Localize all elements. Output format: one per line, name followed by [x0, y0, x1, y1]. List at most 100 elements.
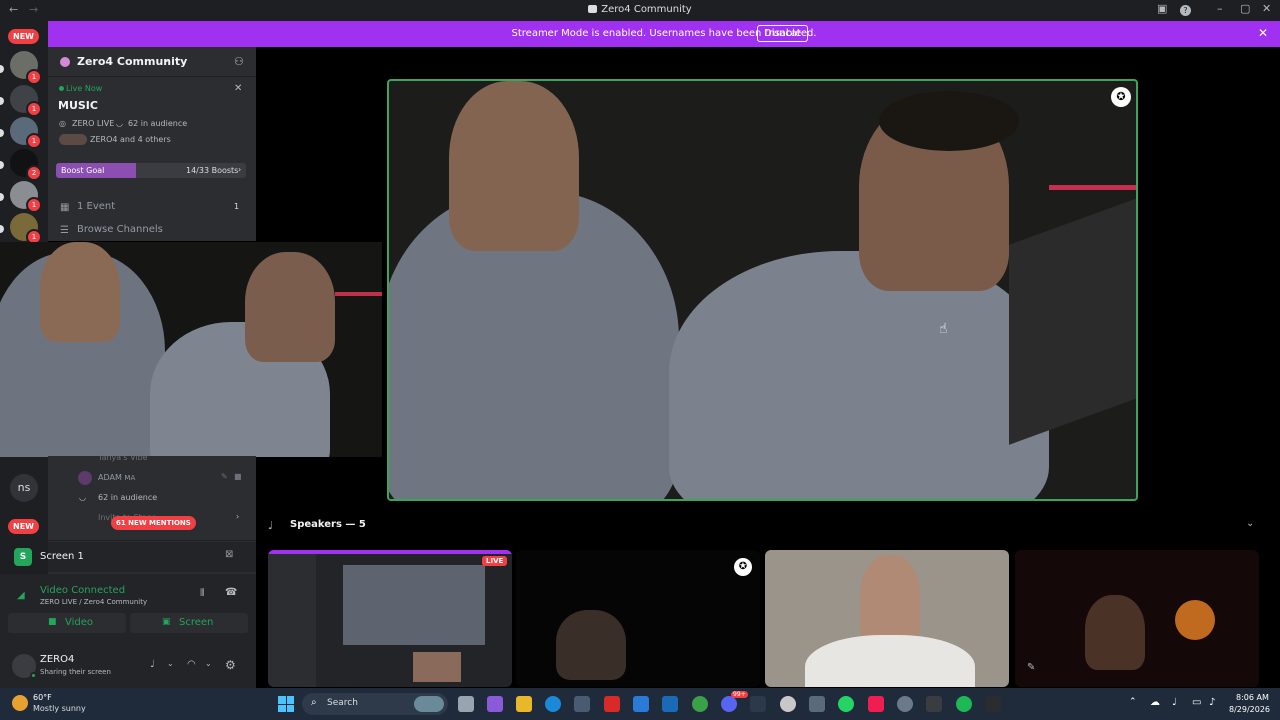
maximize-icon[interactable]: ▢	[1240, 2, 1250, 15]
mouse-cursor-icon: ☝	[939, 321, 948, 337]
file-explorer-icon[interactable]	[516, 696, 532, 712]
microphone-icon[interactable]: ♩	[150, 659, 155, 670]
calendar-icon: ▦	[60, 202, 70, 213]
gear-icon[interactable]: ⚙	[225, 658, 236, 672]
microphone-icon[interactable]: ♩	[1172, 697, 1177, 708]
noise-suppression-icon[interactable]: ⦀	[200, 588, 204, 599]
weather-temp[interactable]: 60°F	[33, 693, 52, 702]
app-icon[interactable]	[985, 696, 1001, 712]
streamer-mode-banner: Streamer Mode is enabled. Usernames have…	[48, 21, 1280, 47]
new-badge[interactable]: NEW	[8, 29, 39, 44]
voice-connection-panel: ◢ Video Connected ZERO LIVE / Zero4 Comm…	[0, 574, 256, 646]
banner-text: Streamer Mode is enabled. Usernames have…	[511, 28, 817, 39]
task-view-icon[interactable]	[458, 696, 474, 712]
invite-people-icon[interactable]: ⚇	[234, 55, 244, 68]
video-face	[40, 242, 120, 342]
events-row[interactable]: ▦ 1 Event 1	[48, 199, 256, 217]
channel-sidebar: Zero4 Community ⌄ ⚇ Live Now ✕ MUSIC ◎ Z…	[48, 47, 256, 241]
mic-muted-icon: ✎	[221, 472, 228, 481]
new-badge-bottom[interactable]: NEW	[8, 519, 39, 534]
weather-desc[interactable]: Mostly sunny	[33, 704, 86, 713]
connection-location[interactable]: ZERO LIVE / Zero4 Community	[40, 598, 147, 606]
capcut-icon[interactable]	[926, 696, 942, 712]
video-face	[449, 81, 579, 251]
steam-icon[interactable]	[750, 696, 766, 712]
whatsapp-icon[interactable]	[838, 696, 854, 712]
app-icon[interactable]	[633, 696, 649, 712]
light-strip	[335, 292, 382, 296]
obs-icon[interactable]	[897, 696, 913, 712]
user-panel: ZERO4 Sharing their screen ♩ ⌄ ◠ ⌄ ⚙	[0, 646, 256, 688]
windows-start-icon[interactable]	[278, 696, 294, 712]
server-boost-icon	[60, 57, 70, 67]
speaker-tile-screen[interactable]: LIVE	[268, 550, 512, 687]
audience-count-lower: 62 in audience	[98, 493, 158, 502]
tiktok-icon[interactable]	[868, 696, 884, 712]
host-name: ZERO LIVE	[72, 119, 115, 128]
user-name[interactable]: ZERO4	[40, 654, 74, 665]
user-status: Sharing their screen	[40, 668, 111, 676]
minimize-icon[interactable]: –	[1217, 2, 1223, 15]
discord-icon[interactable]	[721, 696, 737, 712]
disable-button[interactable]: Disable	[757, 25, 809, 42]
disconnect-icon[interactable]: ☎	[225, 587, 237, 598]
mention-badge: 1	[26, 133, 42, 149]
speaker-tile-dark[interactable]: ✪	[516, 550, 760, 687]
chevron-up-icon[interactable]: ⌃	[1129, 697, 1137, 707]
stage-settings-icon[interactable]: ✪	[1111, 87, 1131, 107]
video-button[interactable]: ■ Video	[8, 613, 126, 633]
live-event-card[interactable]: Live Now ✕ MUSIC ◎ ZERO LIVE ◡ 62 in aud…	[48, 79, 256, 151]
discord-badge: 99+	[731, 691, 748, 698]
partial-list-item: Tanya's Vibe	[98, 453, 148, 462]
banner-close-icon[interactable]: ✕	[1258, 26, 1268, 40]
copilot-icon[interactable]	[487, 696, 503, 712]
clock-time[interactable]: 8:06 AM	[1236, 693, 1269, 702]
chatgpt-icon[interactable]	[780, 696, 796, 712]
new-mentions-badge[interactable]: 61 NEW MENTIONS	[111, 516, 196, 530]
help-icon[interactable]: ?	[1180, 5, 1191, 16]
app-icon[interactable]	[809, 696, 825, 712]
spotify-icon[interactable]	[956, 696, 972, 712]
speaker-settings-icon[interactable]: ✪	[734, 558, 752, 576]
outlook-icon[interactable]	[662, 696, 678, 712]
search-box[interactable]: ⌕ Search	[302, 693, 448, 715]
chrome-icon[interactable]	[692, 696, 708, 712]
volume-icon[interactable]: ♪	[1209, 697, 1215, 708]
window-titlebar: ← → Zero4 Community ▣ ? – ▢ ✕	[0, 0, 1280, 21]
list-icon: ☰	[60, 225, 69, 236]
cloud-icon[interactable]: ☁	[1150, 697, 1160, 708]
edge-icon[interactable]	[545, 696, 561, 712]
main-stage-video[interactable]: ✪ ☝	[387, 79, 1138, 501]
connection-status[interactable]: Video Connected	[40, 585, 125, 596]
chevron-down-icon[interactable]: ⌄	[205, 659, 212, 668]
events-count: 1	[234, 202, 240, 211]
chevron-down-icon[interactable]: ⌄	[1246, 518, 1254, 529]
tile-video	[343, 565, 485, 645]
screen-button[interactable]: ▣ Screen	[130, 613, 248, 633]
stop-share-icon[interactable]: ⊠	[225, 549, 233, 560]
screen-share-bar[interactable]: S Screen 1 ⊠	[14, 542, 256, 572]
close-window-icon[interactable]: ✕	[1262, 2, 1271, 15]
app-logo-icon	[588, 5, 598, 13]
windows-taskbar: 60°F Mostly sunny ⌕ Search 99+ ⌃ ☁ ♩ ▭ ♪…	[0, 688, 1280, 720]
popout-video[interactable]	[0, 242, 382, 457]
boost-goal-bar[interactable]: Boost Goal 14/33 Boosts ›	[56, 163, 246, 178]
clock-date[interactable]: 8/29/2026	[1229, 705, 1270, 714]
speaker-tile-camera[interactable]	[765, 550, 1009, 687]
server-icon-ns[interactable]: ns	[10, 474, 38, 502]
browse-channels-row[interactable]: ☰ Browse Channels	[48, 222, 256, 240]
screen-share-icon: S	[14, 548, 32, 566]
store-icon[interactable]	[574, 696, 590, 712]
speaker-tile-room[interactable]: ✎	[1015, 550, 1259, 687]
tile-sidebar	[268, 554, 316, 687]
close-icon[interactable]: ✕	[234, 83, 242, 94]
app-l-icon[interactable]	[604, 696, 620, 712]
headset-icon[interactable]: ◠	[187, 659, 196, 670]
server-header[interactable]: Zero4 Community ⌄ ⚇	[48, 47, 256, 77]
member-name: ADAM MA	[98, 473, 135, 482]
display-icon[interactable]: ▭	[1192, 697, 1201, 708]
inbox-icon[interactable]: ▣	[1157, 2, 1167, 15]
chevron-down-icon[interactable]: ⌄	[167, 659, 174, 668]
sun-icon	[12, 695, 28, 711]
signal-icon: ◢	[17, 590, 25, 601]
